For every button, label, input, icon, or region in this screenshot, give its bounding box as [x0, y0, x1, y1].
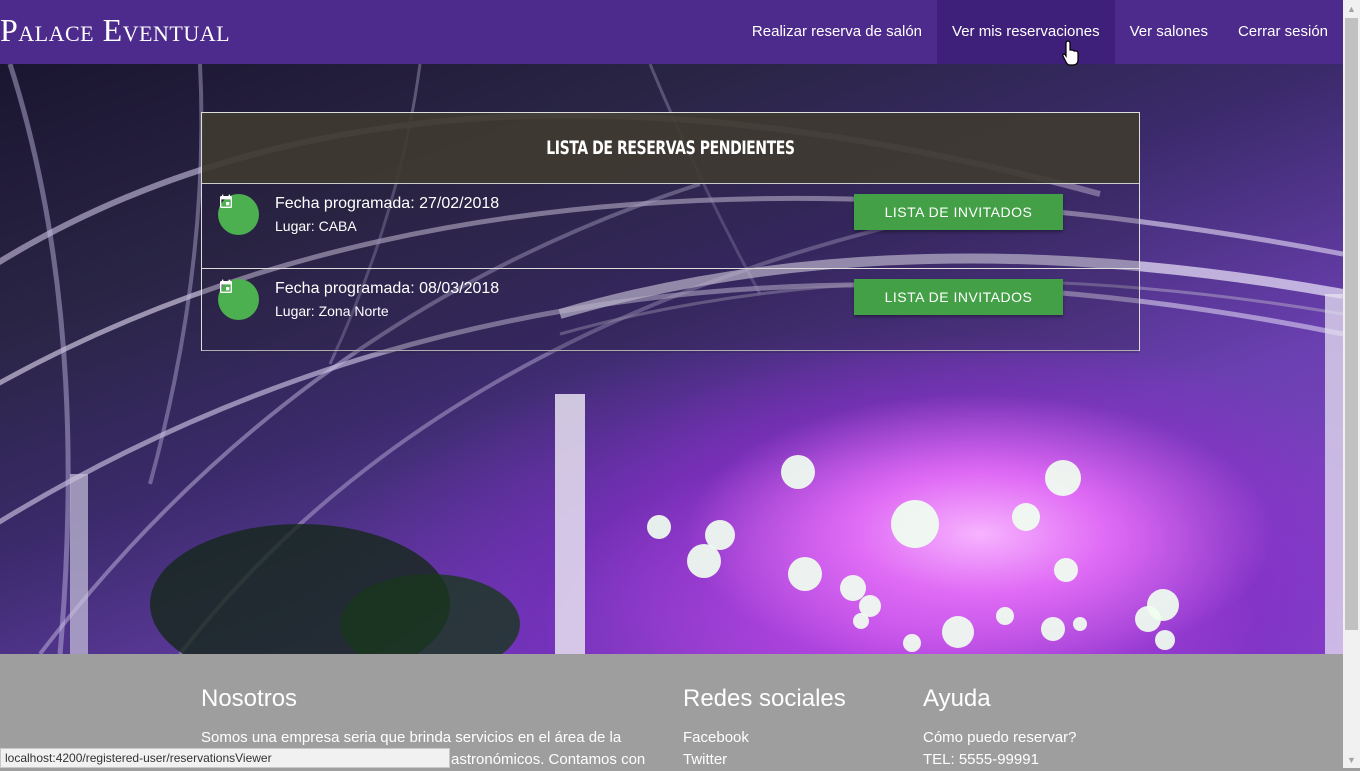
calendar-icon [218, 279, 259, 320]
nav-item-logout[interactable]: Cerrar sesión [1223, 0, 1343, 64]
reservation-date: Fecha programada: 08/03/2018 [275, 280, 500, 297]
hand-pointer-cursor-icon [1062, 40, 1079, 66]
facebook-link[interactable]: Facebook [683, 727, 749, 749]
vertical-scrollbar[interactable]: ▲ ▼ [1343, 0, 1360, 768]
scroll-down-arrow-icon[interactable]: ▼ [1343, 751, 1360, 768]
footer-social-title: Redes sociales [683, 685, 846, 712]
reservation-item: Fecha programada: 08/03/2018 Lugar: Zona… [202, 269, 1139, 353]
card-title: Lista de reservas pendientes [546, 137, 795, 159]
card-header: Lista de reservas pendientes [202, 113, 1139, 184]
browser-status-bar: localhost:4200/registered-user/reservati… [0, 748, 450, 768]
how-to-reserve-link[interactable]: Cómo puedo reservar? [923, 727, 1076, 749]
hero-background-image: Lista de reservas pendientes Fecha progr… [0, 64, 1343, 654]
scroll-thumb[interactable] [1345, 18, 1358, 630]
brand-logo[interactable]: Palace Eventual [0, 10, 230, 50]
nav-item-make-reservation[interactable]: Realizar reserva de salón [737, 0, 937, 64]
reservation-place: Lugar: CABA [275, 218, 357, 234]
top-navbar: Palace Eventual Realizar reserva de saló… [0, 0, 1343, 64]
scroll-up-arrow-icon[interactable]: ▲ [1343, 0, 1360, 17]
nav-item-my-reservations[interactable]: Ver mis reservaciones [937, 0, 1115, 64]
pending-reservations-card: Lista de reservas pendientes Fecha progr… [201, 112, 1140, 353]
reservation-place: Lugar: Zona Norte [275, 303, 389, 319]
nav-menu: Realizar reserva de salón Ver mis reserv… [737, 0, 1343, 64]
reservation-item: Fecha programada: 27/02/2018 Lugar: CABA… [202, 184, 1139, 269]
nav-item-view-salons[interactable]: Ver salones [1115, 0, 1223, 64]
footer-help-title: Ayuda [923, 685, 991, 712]
footer-social-links: Facebook Twitter [683, 727, 749, 771]
footer-about-title: Nosotros [201, 685, 298, 712]
guest-list-button[interactable]: Lista de invitados [854, 194, 1063, 230]
guest-list-button[interactable]: Lista de invitados [854, 279, 1063, 315]
footer-about-line1: Somos una empresa seria que brinda servi… [201, 729, 622, 746]
reservation-date: Fecha programada: 27/02/2018 [275, 195, 500, 212]
footer-help-links: Cómo puedo reservar? TEL: 5555-99991 [923, 727, 1076, 771]
calendar-icon [218, 194, 259, 235]
